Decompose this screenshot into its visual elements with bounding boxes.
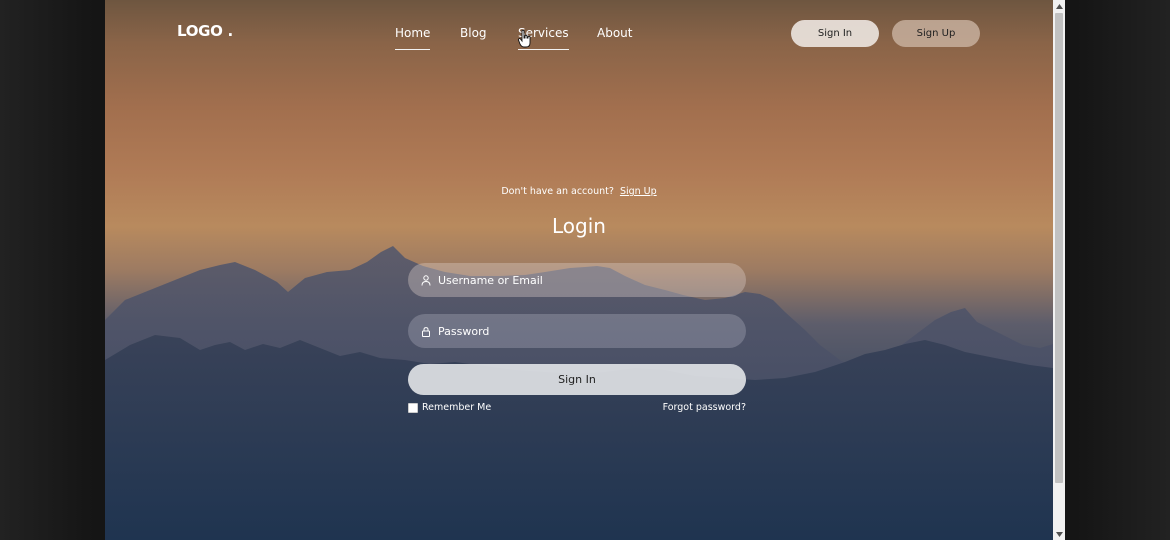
scroll-up-arrow-icon[interactable]: [1053, 0, 1065, 12]
header-sign-up-button[interactable]: Sign Up: [892, 20, 980, 47]
password-field[interactable]: [408, 314, 746, 348]
nav-link-about[interactable]: About: [597, 26, 632, 49]
page-viewport: LOGO . Home Blog Services About Sign In …: [105, 0, 1053, 540]
password-input[interactable]: [438, 324, 718, 338]
remember-me[interactable]: Remember Me: [408, 402, 491, 413]
sign-in-button[interactable]: Sign In: [408, 364, 746, 395]
nav-link-blog[interactable]: Blog: [460, 26, 487, 49]
login-title: Login: [552, 214, 606, 238]
nav-link-home[interactable]: Home: [395, 26, 431, 50]
sign-up-link[interactable]: Sign Up: [620, 186, 657, 197]
scrollbar-thumb[interactable]: [1055, 13, 1063, 483]
logo[interactable]: LOGO .: [177, 22, 233, 40]
username-field[interactable]: [408, 263, 746, 297]
lock-icon: [422, 326, 430, 337]
username-input[interactable]: [438, 273, 718, 287]
user-icon: [421, 274, 431, 286]
hand-pointer-cursor-icon: [518, 30, 531, 48]
remember-me-label: Remember Me: [422, 402, 492, 413]
remember-me-checkbox[interactable]: [408, 402, 418, 413]
browser-frame: LOGO . Home Blog Services About Sign In …: [0, 0, 1170, 540]
vertical-scrollbar[interactable]: [1053, 0, 1065, 540]
no-account-text: Don't have an account?: [501, 186, 614, 197]
register-prompt: Don't have an account? Sign Up: [105, 186, 1053, 197]
scroll-down-arrow-icon[interactable]: [1053, 528, 1065, 540]
forgot-password-link[interactable]: Forgot password?: [663, 402, 746, 413]
header-sign-in-button[interactable]: Sign In: [791, 20, 879, 47]
